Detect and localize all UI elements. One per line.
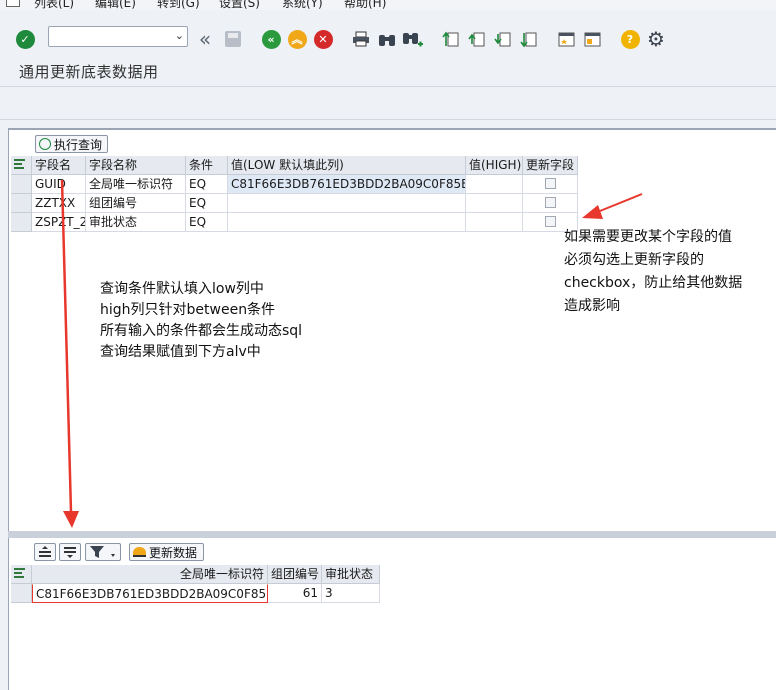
settings-icon[interactable]: ⚙ [645,27,667,51]
first-page-icon[interactable] [440,28,462,50]
annotation-line: 必须勾选上更新字段的 [564,252,704,268]
cell-low-input[interactable] [228,194,466,213]
col-header-update[interactable]: 更新字段 [523,156,578,175]
menu-list-icon[interactable] [6,0,20,7]
col-header-field[interactable]: 字段名 [32,156,86,175]
menu-item-list[interactable]: 列表(L) [34,0,74,10]
col-header-low[interactable]: 值(LOW 默认填此列) [228,156,466,175]
cell-name: 审批状态 [86,213,186,232]
sort-descending-icon[interactable] [59,543,81,561]
sort-ascending-icon[interactable] [34,543,56,561]
cell-field: ZSPZT_2 [32,213,86,232]
annotation-line: 查询结果赋值到下方alv中 [100,344,261,360]
layout-icon[interactable] [11,565,32,584]
result-cell-group[interactable]: 61 [268,584,322,603]
filter-icon[interactable] [85,543,121,561]
find-next-icon[interactable] [402,28,424,50]
cell-high-input[interactable] [466,175,523,194]
cell-name: 全局唯一标识符 [86,175,186,194]
divider [0,86,776,87]
next-page-icon[interactable] [492,28,514,50]
update-data-icon [133,547,146,557]
menu-item-goto[interactable]: 转到(G) [157,0,200,10]
last-page-icon[interactable] [518,28,540,50]
menu-item-edit[interactable]: 编辑(E) [95,0,136,10]
result-cell-status[interactable]: 3 [322,584,380,603]
update-checkbox[interactable] [545,178,556,189]
cell-cond[interactable]: EQ [186,194,228,213]
panel-splitter[interactable] [8,531,776,538]
cell-field: ZZTXX [32,194,86,213]
cancel-icon[interactable]: ✕ [312,28,334,50]
execute-query-label: 执行查询 [54,137,103,152]
exit-icon[interactable]: ︽ [286,28,308,50]
execute-icon [39,138,51,150]
cell-cond[interactable]: EQ [186,175,228,194]
row-selector[interactable] [11,175,32,194]
layout-icon[interactable] [11,156,32,175]
page-title: 通用更新底表数据用 [19,63,159,81]
cell-name: 组团编号 [86,194,186,213]
back-double-icon[interactable]: « [194,27,216,51]
print-icon[interactable] [350,28,372,50]
row-selector[interactable] [11,213,32,232]
check-icon[interactable]: ✓ [14,28,36,50]
execute-query-button[interactable]: 执行查询 [35,135,108,153]
update-checkbox[interactable] [545,197,556,208]
cell-low-input[interactable] [228,213,466,232]
chevron-down-icon[interactable]: ⌄ [175,29,184,42]
new-session-icon[interactable] [556,28,578,50]
cell-high-input[interactable] [466,194,523,213]
update-data-button[interactable]: 更新数据 [129,543,204,561]
result-cell-guid[interactable]: C81F66E3DB761ED3BDD2BA09C0F85E0D [32,584,268,603]
col-header-group[interactable]: 组团编号 [268,565,322,584]
col-header-cond[interactable]: 条件 [186,156,228,175]
menu-item-system[interactable]: 系统(Y) [282,0,323,10]
result-panel [8,538,776,690]
menu-bar: 列表(L) 编辑(E) 转到(G) 设置(S) 系统(Y) 帮助(H) [0,0,776,10]
command-field[interactable]: ⌄ [48,26,188,47]
find-icon[interactable] [376,28,398,50]
cell-high-input[interactable] [466,213,523,232]
menu-item-settings[interactable]: 设置(S) [219,0,260,10]
update-checkbox[interactable] [545,216,556,227]
menu-item-help[interactable]: 帮助(H) [344,0,386,10]
col-header-high[interactable]: 值(HIGH) [466,156,523,175]
cell-low-input[interactable]: C81F66E3DB761ED3BDD2BA09C0F85E0D [228,175,466,194]
divider [0,119,776,120]
cell-cond[interactable]: EQ [186,213,228,232]
update-data-label: 更新数据 [149,545,198,560]
row-selector[interactable] [11,194,32,213]
annotation-line: high列只针对between条件 [100,302,276,318]
annotation-line: 造成影响 [564,298,620,314]
col-header-status[interactable]: 审批状态 [322,565,380,584]
cell-field: GUID [32,175,86,194]
help-icon[interactable]: ? [619,28,641,50]
annotation-line: 如果需要更改某个字段的值 [564,229,732,245]
annotation-line: checkbox，防止给其他数据 [564,275,743,291]
annotation-line: 查询条件默认填入low列中 [100,281,264,297]
save-icon[interactable] [222,28,244,50]
col-header-guid[interactable]: 全局唯一标识符 [32,565,268,584]
col-header-name[interactable]: 字段名称 [86,156,186,175]
annotation-left: 查询条件默认填入low列中 high列只针对between条件 所有输入的条件都… [100,279,302,363]
row-selector[interactable] [11,584,32,603]
back-icon[interactable]: « [260,28,282,50]
prev-page-icon[interactable] [466,28,488,50]
annotation-line: 所有输入的条件都会生成动态sql [100,323,303,339]
annotation-right: 如果需要更改某个字段的值 必须勾选上更新字段的 checkbox，防止给其他数据… [564,226,742,318]
shortcut-icon[interactable] [582,28,604,50]
